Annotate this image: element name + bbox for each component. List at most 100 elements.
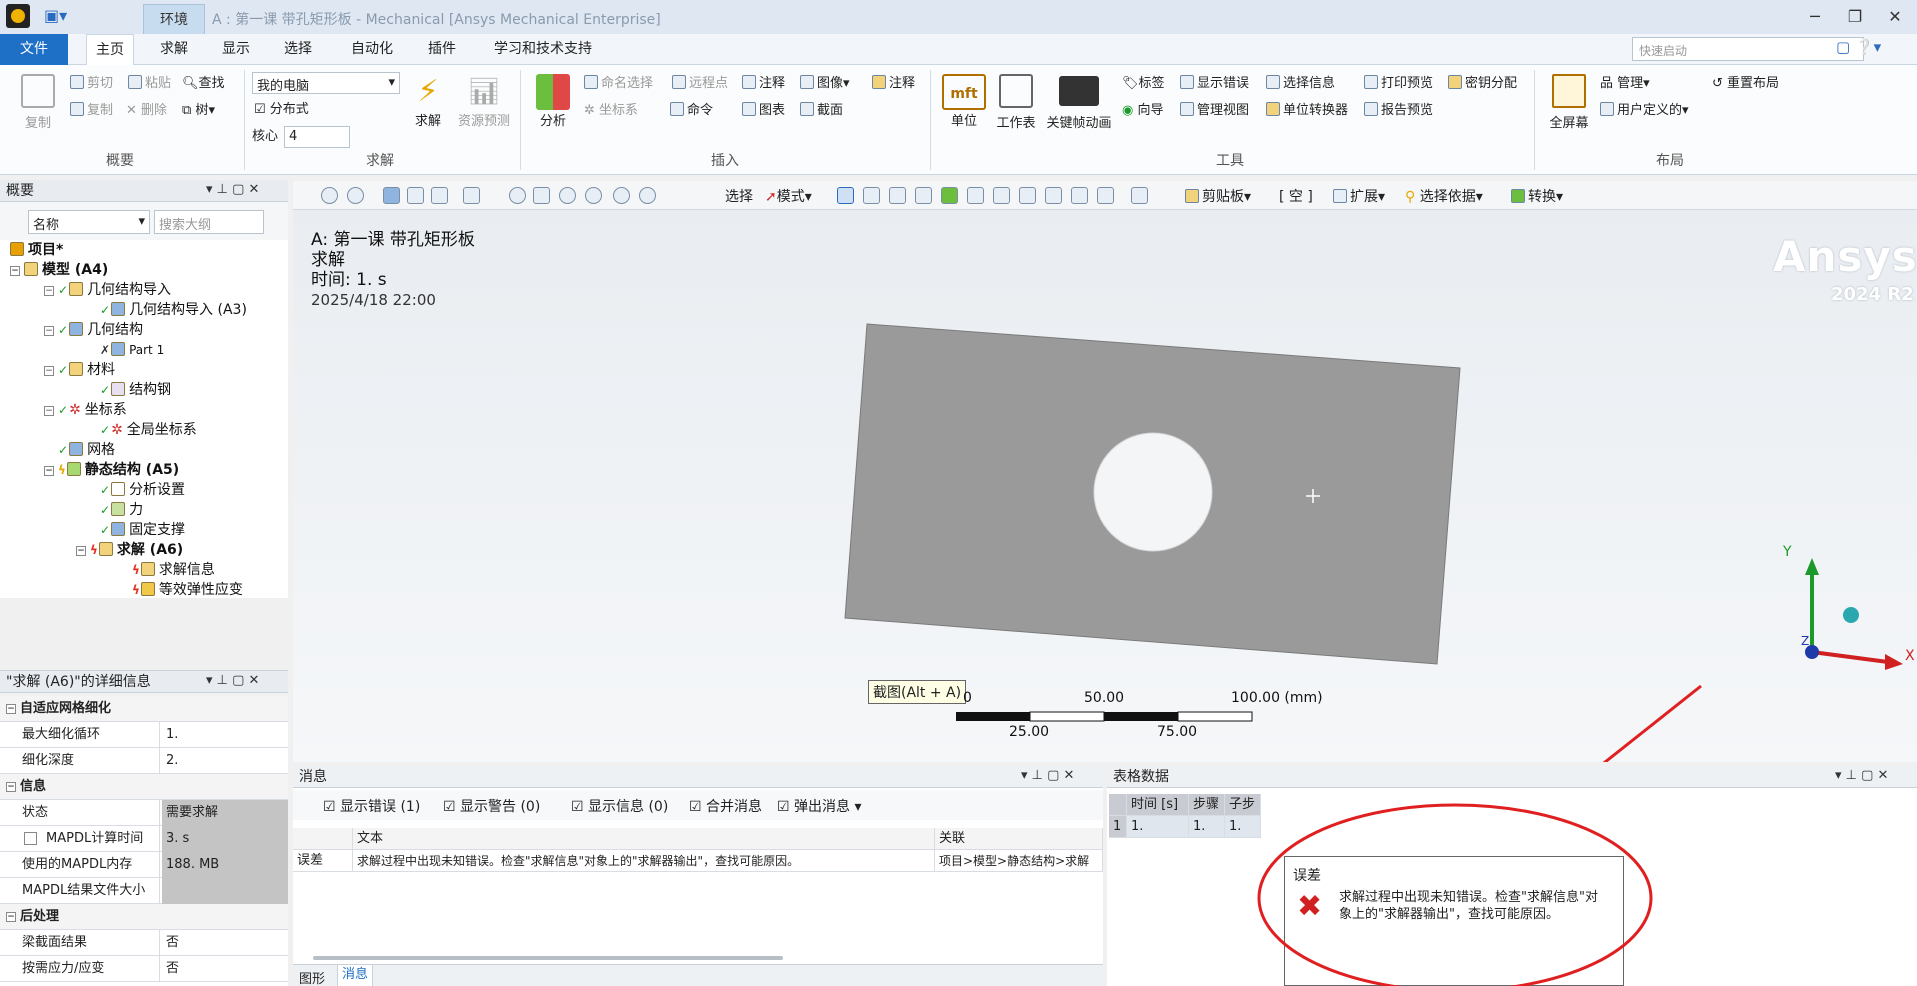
- key-frame-animation-button[interactable]: 关键帧动画: [1044, 74, 1114, 131]
- report-preview-button[interactable]: 报告预览: [1364, 101, 1433, 121]
- details-row[interactable]: 梁截面结果否: [0, 930, 288, 956]
- details-row[interactable]: 按需应力/应变否: [0, 956, 288, 982]
- tabular-col-step[interactable]: 步骤: [1189, 794, 1225, 816]
- message-text-cell[interactable]: 求解过程中出现未知错误。检查"求解信息"对象上的"求解器输出"，查找可能原因。: [353, 850, 935, 872]
- key-assign-button[interactable]: 密钥分配: [1448, 74, 1517, 94]
- tabular-col-time[interactable]: 时间 [s]: [1127, 794, 1189, 816]
- show-vertices-icon[interactable]: [431, 187, 448, 204]
- details-section-header[interactable]: − 信息: [0, 774, 288, 800]
- tree-node-fixed-support[interactable]: ✓ 固定支撑: [100, 520, 185, 540]
- tab-solution[interactable]: 求解: [150, 34, 198, 65]
- worksheet-button[interactable]: 工作表: [992, 74, 1040, 131]
- zoom-to-fit-icon[interactable]: [321, 187, 338, 204]
- select-elements-icon[interactable]: [1019, 187, 1036, 204]
- find-button[interactable]: 🔍︎查找: [182, 74, 225, 94]
- details-section-header[interactable]: − 后处理: [0, 904, 288, 930]
- rotate-icon[interactable]: [509, 187, 526, 204]
- user-defined-button[interactable]: 用户定义的▾: [1600, 101, 1689, 121]
- show-errors-checkbox[interactable]: ☑ 显示错误 (1): [323, 796, 420, 816]
- details-section-header[interactable]: − 自适应网格细化: [0, 696, 288, 722]
- tree-node-coordinate-systems[interactable]: − ✓✲ 坐标系: [44, 400, 127, 420]
- details-row[interactable]: 使用的MAPDL内存 188. MB: [0, 852, 288, 878]
- print-preview-button[interactable]: 打印预览: [1364, 74, 1433, 94]
- messages-col-text[interactable]: 文本: [353, 828, 935, 850]
- solve-button[interactable]: ⚡ 求解: [408, 74, 448, 129]
- copy-button[interactable]: 复制: [70, 101, 113, 121]
- select-mesh-icon[interactable]: [993, 187, 1010, 204]
- select-by-button[interactable]: ⚲ 选择依据▾: [1405, 186, 1483, 206]
- units-button[interactable]: mft 单位: [942, 74, 986, 129]
- named-selection-button[interactable]: 命名选择: [584, 74, 653, 94]
- tab-learning-support[interactable]: 学习和技术支持: [484, 34, 602, 65]
- image-button[interactable]: 图像▾: [800, 74, 850, 94]
- distributed-checkbox[interactable]: ☑ 分布式: [254, 100, 309, 120]
- convert-button[interactable]: 转换▾: [1511, 186, 1563, 206]
- message-type-cell[interactable]: 误差: [293, 850, 353, 872]
- messages-col-association[interactable]: 关联: [935, 828, 1103, 850]
- remote-point-button[interactable]: 远程点: [672, 74, 728, 94]
- reset-layout-button[interactable]: ↺ 重置布局: [1712, 74, 1779, 94]
- tabular-cell[interactable]: 1.: [1127, 816, 1189, 838]
- panel-controls-icon[interactable]: ▾ ⊥ ▢ ✕: [206, 182, 259, 197]
- details-row[interactable]: MAPDL结果文件大小: [0, 878, 288, 904]
- panel-controls-icon[interactable]: ▾ ⊥ ▢ ✕: [1021, 768, 1074, 783]
- manage-views-button[interactable]: 管理视图: [1180, 101, 1249, 121]
- plate-hole[interactable]: [1093, 432, 1213, 552]
- tabular-cell[interactable]: 1.: [1189, 816, 1225, 838]
- tree-node-geometry-import-a3[interactable]: ✓ 几何结构导入 (A3): [100, 300, 247, 320]
- tree-node-part-1[interactable]: ✗ Part 1: [100, 340, 164, 360]
- restore-button[interactable]: ❐: [1840, 6, 1870, 28]
- copy-big-button[interactable]: 复制: [16, 74, 60, 131]
- tree-node-equivalent-elastic-strain[interactable]: ϟ 等效弹性应变: [132, 580, 243, 600]
- message-association-cell[interactable]: 项目>模型>静态结构>求解: [935, 850, 1103, 872]
- minimize-button[interactable]: ─: [1800, 6, 1830, 28]
- iso-view-icon[interactable]: [383, 187, 400, 204]
- tree-node-static-structural[interactable]: − ϟ 静态结构 (A5): [44, 460, 179, 480]
- quick-launch-input[interactable]: 快速启动: [1632, 37, 1864, 61]
- wireframe-icon[interactable]: [407, 187, 424, 204]
- tree-node-solution[interactable]: − ϟ 求解 (A6): [76, 540, 183, 560]
- tab-display[interactable]: 显示: [212, 34, 260, 65]
- tree-button[interactable]: ⧉ 树▾: [182, 101, 215, 121]
- tree-node-geometry-import[interactable]: − ✓ 几何结构导入: [44, 280, 171, 300]
- zoom-all-icon[interactable]: [639, 187, 656, 204]
- merge-messages-checkbox[interactable]: ☑ 合并消息: [689, 796, 762, 816]
- select-vertex-icon[interactable]: [837, 187, 854, 204]
- select-element-icon[interactable]: [941, 187, 958, 204]
- file-menu-button[interactable]: 文件: [0, 34, 68, 65]
- comment-button[interactable]: 注释: [742, 74, 785, 94]
- zoom-box-icon[interactable]: [613, 187, 630, 204]
- machine-select[interactable]: 我的电脑 ▾: [252, 72, 400, 94]
- command-button[interactable]: 命令: [670, 101, 713, 121]
- tree-node-analysis-settings[interactable]: ✓ 分析设置: [100, 480, 185, 500]
- tags-button[interactable]: 🏷︎标签: [1122, 74, 1165, 94]
- extend-button[interactable]: 扩展▾: [1333, 186, 1385, 206]
- tab-home[interactable]: 主页: [86, 34, 134, 65]
- show-errors-button[interactable]: 显示错误: [1180, 74, 1249, 94]
- box-zoom-icon[interactable]: [463, 187, 480, 204]
- horizontal-scrollbar[interactable]: [313, 956, 783, 960]
- tree-node-structural-steel[interactable]: ✓ 结构钢: [100, 380, 171, 400]
- chart-button[interactable]: 图表: [742, 101, 785, 121]
- manage-button[interactable]: 品 管理▾: [1600, 74, 1650, 94]
- details-row[interactable]: MAPDL计算时间 3. s: [0, 826, 288, 852]
- pan-icon[interactable]: [533, 187, 550, 204]
- tree-node-project[interactable]: 项目*: [10, 240, 63, 260]
- resource-predict-button[interactable]: 📊︎ 资源预测: [454, 74, 514, 129]
- cut-button[interactable]: 剪切: [70, 74, 113, 94]
- show-info-checkbox[interactable]: ☑ 显示信息 (0): [571, 796, 668, 816]
- show-warnings-checkbox[interactable]: ☑ 显示警告 (0): [443, 796, 540, 816]
- tree-node-mesh[interactable]: ✓ 网格: [58, 440, 115, 460]
- tab-graphics[interactable]: 图形: [299, 968, 325, 986]
- help-icon[interactable]: ▢ ❔▾: [1836, 38, 1881, 56]
- popup-messages-checkbox[interactable]: ☑ 弹出消息 ▾: [777, 796, 862, 816]
- clipboard-button[interactable]: 剪贴板▾: [1185, 186, 1251, 206]
- row-checkbox[interactable]: [24, 832, 37, 845]
- tree-node-global-coordinate-system[interactable]: ✓✲ 全局坐标系: [100, 420, 197, 440]
- tree-node-geometry[interactable]: − ✓ 几何结构: [44, 320, 143, 340]
- sparkle-icon[interactable]: [1045, 187, 1062, 204]
- label-icon[interactable]: [1071, 187, 1088, 204]
- tab-selection[interactable]: 选择: [274, 34, 322, 65]
- mode-button[interactable]: ➚模式▾: [765, 186, 812, 206]
- tree-node-force[interactable]: ✓ 力: [100, 500, 143, 520]
